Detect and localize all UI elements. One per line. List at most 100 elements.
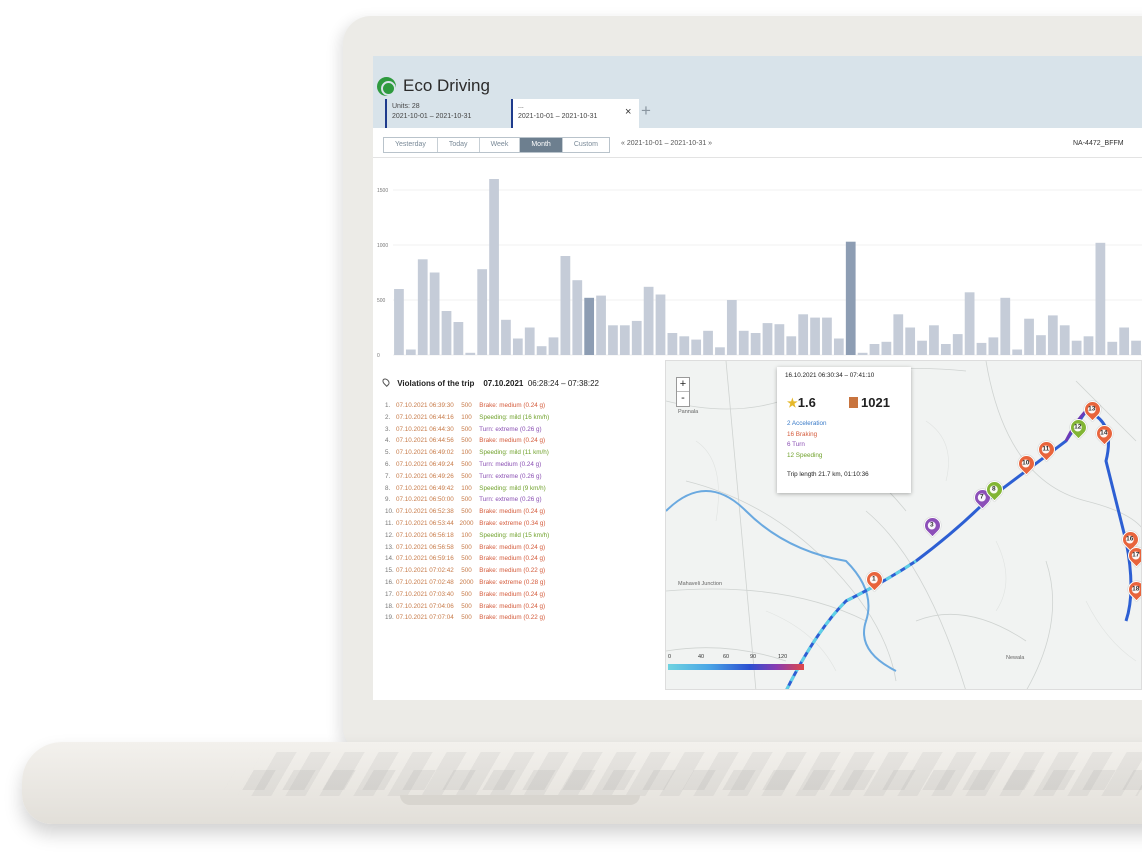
chart-bar[interactable] [822,317,832,355]
period-week-button[interactable]: Week [479,138,521,152]
close-tab-icon[interactable]: × [625,106,631,118]
chart-bar[interactable] [667,333,678,355]
score-value: 1021 [861,395,890,410]
violation-desc: Brake: extreme (0.28 g) [479,578,546,586]
chart-bar[interactable] [893,314,904,355]
chart-bar[interactable] [643,286,654,355]
period-month-button[interactable]: Month [520,138,563,152]
chart-bar[interactable] [750,333,761,355]
chart-bar[interactable] [417,259,428,355]
violation-row[interactable]: 16. 07.10.2021 07:02:48 2000 Brake: extre… [385,577,665,589]
chart-bar[interactable] [1071,340,1082,355]
chart-bar[interactable] [917,340,927,355]
chart-bar[interactable] [584,297,595,355]
violation-row[interactable]: 5. 07.10.2021 06:49:02 100 Speeding: mild… [385,447,665,459]
chart-bar[interactable] [1095,242,1106,355]
violation-row[interactable]: 15. 07.10.2021 07:02:42 500 Brake: medium… [385,565,665,577]
violation-dt: 07.10.2021 06:49:26 [396,472,454,480]
chart-bar[interactable] [869,344,880,355]
tab-units[interactable]: Units: 28 2021-10-01 – 2021-10-31 [385,99,501,128]
violation-row[interactable]: 1. 07.10.2021 06:39:30 500 Brake: medium … [385,400,665,412]
chart-bar[interactable] [952,334,963,355]
tab-unit[interactable]: ... 2021-10-01 – 2021-10-31 [511,99,639,128]
chart-bar[interactable] [798,314,809,355]
chart-bar[interactable] [560,256,571,355]
chart-bar[interactable] [1107,341,1118,355]
chart-bar[interactable] [524,327,535,356]
chart-bar[interactable] [1024,318,1034,355]
chart-bar[interactable] [679,336,690,355]
violation-row[interactable]: 17. 07.10.2021 07:03:40 500 Brake: medium… [385,589,665,601]
period-today-button[interactable]: Today [437,138,480,152]
chart-bar[interactable] [394,289,404,355]
chart-bar[interactable] [881,341,892,355]
chart-bar[interactable] [738,330,749,355]
chart-bar[interactable] [596,295,606,355]
chart-bar[interactable] [1047,315,1058,355]
chart-bar[interactable] [489,179,499,355]
violation-row[interactable]: 4. 07.10.2021 06:44:56 500 Brake: medium … [385,435,665,447]
violation-row[interactable]: 10. 07.10.2021 06:52:38 500 Brake: medium… [385,506,665,518]
add-tab-icon[interactable]: + [641,101,651,121]
violation-dt: 07.10.2021 07:02:42 [396,567,454,575]
chart-bar[interactable] [548,337,559,355]
chart-bar[interactable] [857,352,868,355]
chart-bar[interactable] [1059,325,1070,355]
chart-bar[interactable] [619,325,630,355]
violation-row[interactable]: 19. 07.10.2021 07:07:04 500 Brake: medium… [385,612,665,624]
chart-bar[interactable] [608,325,618,355]
chart-bar[interactable] [726,300,737,355]
violation-row[interactable]: 9. 07.10.2021 06:50:00 500 Turn: extreme … [385,494,665,506]
chart-bar[interactable] [845,241,856,355]
violation-row[interactable]: 2. 07.10.2021 06:44:16 100 Speeding: mild… [385,412,665,424]
chart-bar[interactable] [1036,335,1046,355]
chart-bar[interactable] [1119,327,1130,356]
chart-bar[interactable] [786,336,797,355]
chart-bar[interactable] [703,330,713,355]
chart-bar[interactable] [1012,349,1023,356]
chart-bar[interactable] [905,327,916,356]
chart-bar[interactable] [453,322,464,355]
violation-row[interactable]: 14. 07.10.2021 06:59:16 500 Brake: medium… [385,553,665,565]
date-range-navigator[interactable]: « 2021-10-01 – 2021-10-31 » [621,140,712,147]
violation-row[interactable]: 7. 07.10.2021 06:49:26 500 Turn: extreme … [385,471,665,483]
trip-length: Trip length 21.7 km, 01:10:36 [787,471,869,478]
chart-bar[interactable] [631,320,642,355]
zoom-in-button[interactable]: + [677,378,689,392]
violation-row[interactable]: 6. 07.10.2021 06:49:24 500 Turn: medium (… [385,459,665,471]
period-custom-button[interactable]: Custom [562,138,609,152]
violation-row[interactable]: 8. 07.10.2021 06:49:42 100 Speeding: mild… [385,483,665,495]
chart-bar[interactable] [940,344,951,355]
chart-bar[interactable] [501,319,511,355]
violation-row[interactable]: 12. 07.10.2021 06:56:18 100 Speeding: mil… [385,530,665,542]
violation-row[interactable]: 11. 07.10.2021 06:53:44 2000 Brake: extre… [385,518,665,530]
chart-bar[interactable] [988,337,999,355]
violation-row[interactable]: 3. 07.10.2021 06:44:30 500 Turn: extreme … [385,424,665,436]
chart-bar[interactable] [762,323,773,355]
zoom-out-button[interactable]: - [677,392,689,406]
violation-row[interactable]: 18. 07.10.2021 07:04:06 500 Brake: medium… [385,601,665,613]
chart-bar[interactable] [429,272,440,356]
chart-bar[interactable] [976,342,987,355]
chart-bar[interactable] [1083,336,1094,355]
period-yesterday-button[interactable]: Yesterday [384,138,438,152]
trip-map[interactable]: Pannala Mahaveli Junction Newala + - 16.… [665,360,1142,690]
chart-bar[interactable] [1000,297,1011,355]
chart-bar[interactable] [691,339,702,355]
chart-bar[interactable] [1131,340,1141,355]
chart-bar[interactable] [441,311,452,355]
chart-bar[interactable] [405,349,416,356]
chart-bar[interactable] [929,325,939,355]
chart-bar[interactable] [477,269,488,355]
chart-bar[interactable] [572,280,583,355]
chart-bar[interactable] [833,338,844,356]
chart-bar[interactable] [774,324,785,355]
chart-bar[interactable] [810,317,820,355]
violation-row[interactable]: 13. 07.10.2021 06:56:58 500 Brake: medium… [385,542,665,554]
chart-bar[interactable] [465,352,476,355]
chart-bar[interactable] [536,346,547,355]
chart-bar[interactable] [964,292,975,355]
chart-bar[interactable] [715,347,725,355]
chart-bar[interactable] [512,338,523,356]
chart-bar[interactable] [655,294,666,356]
